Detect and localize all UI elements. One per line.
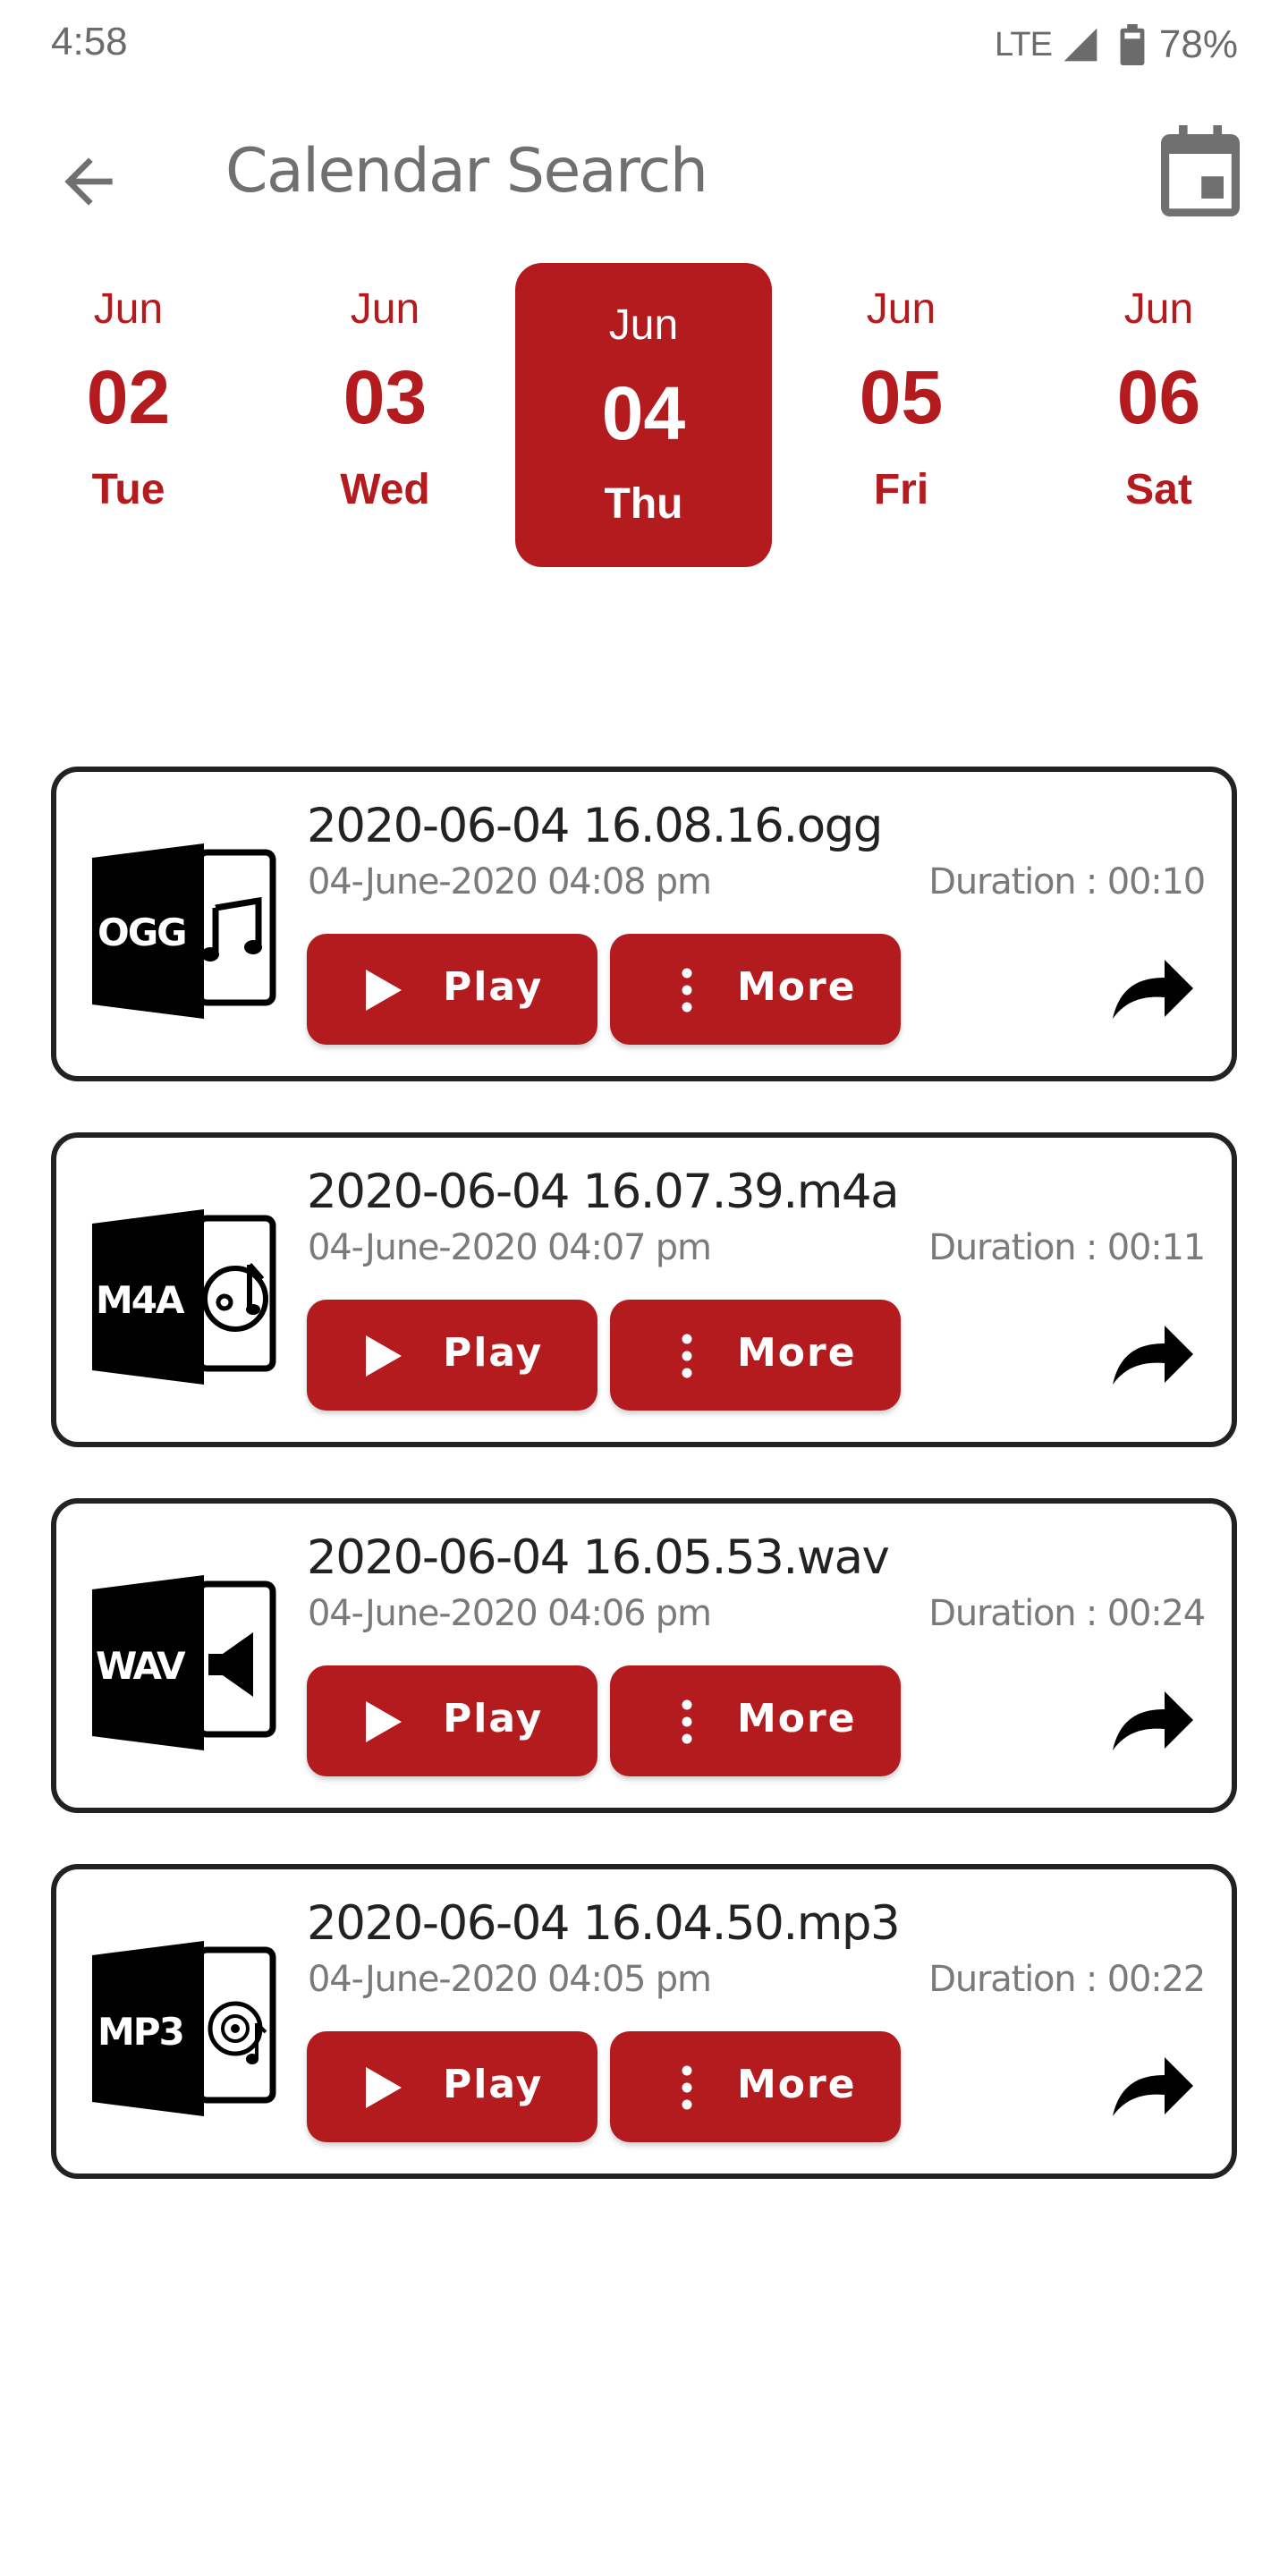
share-button[interactable]: [1110, 2048, 1196, 2129]
date-weekday: Wed: [340, 466, 430, 513]
arrow-back-icon: [64, 157, 113, 206]
more-label: More: [737, 1330, 857, 1376]
recording-date: 04-June-2020 04:07 pm: [308, 1227, 712, 1268]
status-time: 4:58: [51, 20, 128, 64]
date-month: Jun: [866, 285, 936, 333]
date-item-jun-02[interactable]: Jun 02 Tue: [0, 263, 257, 567]
calendar-today-icon: [1161, 125, 1240, 216]
play-icon: [366, 1335, 402, 1377]
play-button[interactable]: Play: [307, 1665, 597, 1776]
page-title: Calendar Search: [225, 136, 708, 207]
date-item-jun-03[interactable]: Jun 03 Wed: [257, 263, 513, 567]
recording-date: 04-June-2020 04:08 pm: [308, 861, 712, 902]
date-weekday: Thu: [604, 480, 683, 528]
more-label: More: [737, 2062, 857, 2107]
mp3-file-icon: MP3: [92, 1941, 276, 2116]
date-weekday: Fri: [873, 466, 929, 513]
recording-duration: Duration : 00:10: [928, 861, 1206, 902]
more-vert-icon: [682, 1699, 692, 1744]
m4a-file-icon: M4A: [92, 1209, 276, 1385]
date-item-jun-05[interactable]: Jun 05 Fri: [773, 263, 1030, 567]
share-icon: [1113, 1326, 1193, 1385]
play-button[interactable]: Play: [307, 934, 597, 1045]
play-label: Play: [443, 964, 544, 1010]
share-icon: [1113, 1691, 1193, 1750]
date-day: 06: [1116, 355, 1201, 439]
recording-duration: Duration : 00:24: [928, 1593, 1206, 1634]
share-button[interactable]: [1110, 1317, 1196, 1397]
recording-card: OGG 2020-06-04 16.08.16.ogg 04-June-2020…: [51, 767, 1237, 1081]
play-label: Play: [443, 1696, 544, 1741]
play-button[interactable]: Play: [307, 1300, 597, 1411]
recording-duration: Duration : 00:22: [928, 1959, 1206, 2000]
share-button[interactable]: [1110, 951, 1196, 1031]
battery-icon: [1120, 24, 1145, 65]
date-strip: Jun 02 Tue Jun 03 Wed Jun 04 Thu Jun 05 …: [0, 263, 1288, 567]
play-label: Play: [443, 2062, 544, 2107]
recording-filename: 2020-06-04 16.07.39.m4a: [307, 1165, 900, 1219]
date-day: 04: [601, 371, 686, 455]
ogg-file-icon: OGG: [92, 843, 276, 1019]
recording-filename: 2020-06-04 16.08.16.ogg: [307, 799, 883, 853]
play-icon: [366, 1701, 402, 1742]
date-month: Jun: [93, 285, 164, 333]
network-type: LTE: [995, 25, 1053, 64]
recording-card: MP3 2020-06-04 16.04.50.mp3 04-June-2020…: [51, 1864, 1237, 2179]
date-month: Jun: [1123, 285, 1194, 333]
play-label: Play: [443, 1330, 544, 1376]
recording-filename: 2020-06-04 16.04.50.mp3: [307, 1896, 901, 1951]
date-weekday: Sat: [1125, 466, 1192, 513]
signal-icon: [1063, 28, 1097, 62]
date-item-jun-04-selected[interactable]: Jun 04 Thu: [515, 263, 772, 567]
date-day: 05: [859, 355, 944, 439]
recording-duration: Duration : 00:11: [928, 1227, 1206, 1268]
play-button[interactable]: Play: [307, 2031, 597, 2142]
format-label: M4A: [96, 1278, 185, 1322]
date-month: Jun: [350, 285, 420, 333]
recording-card: M4A 2020-06-04 16.07.39.m4a 04-June-2020…: [51, 1132, 1237, 1447]
more-vert-icon: [682, 968, 692, 1013]
format-label: WAV: [96, 1644, 186, 1688]
more-button[interactable]: More: [610, 934, 901, 1045]
back-button[interactable]: [48, 141, 129, 222]
recording-filename: 2020-06-04 16.05.53.wav: [307, 1530, 890, 1585]
more-label: More: [737, 964, 857, 1010]
status-indicators: LTE 78%: [995, 20, 1238, 70]
date-day: 02: [86, 355, 171, 439]
more-button[interactable]: More: [610, 1300, 901, 1411]
date-item-jun-06[interactable]: Jun 06 Sat: [1030, 263, 1287, 567]
more-button[interactable]: More: [610, 1665, 901, 1776]
more-label: More: [737, 1696, 857, 1741]
date-day: 03: [343, 355, 428, 439]
battery-percent: 78%: [1158, 22, 1238, 66]
share-icon: [1113, 960, 1193, 1019]
share-icon: [1113, 2057, 1193, 2116]
recording-date: 04-June-2020 04:06 pm: [308, 1593, 712, 1634]
calendar-button[interactable]: [1157, 125, 1243, 218]
format-label: OGG: [97, 911, 186, 954]
more-vert-icon: [682, 1334, 692, 1378]
date-month: Jun: [608, 301, 679, 349]
date-weekday: Tue: [91, 466, 165, 513]
play-icon: [366, 2067, 402, 2108]
format-label: MP3: [97, 2010, 183, 2054]
play-icon: [366, 970, 402, 1011]
more-vert-icon: [682, 2065, 692, 2110]
share-button[interactable]: [1110, 1682, 1196, 1763]
wav-file-icon: WAV: [92, 1575, 276, 1750]
recording-card: WAV 2020-06-04 16.05.53.wav 04-June-2020…: [51, 1498, 1237, 1813]
recording-date: 04-June-2020 04:05 pm: [308, 1959, 712, 2000]
more-button[interactable]: More: [610, 2031, 901, 2142]
